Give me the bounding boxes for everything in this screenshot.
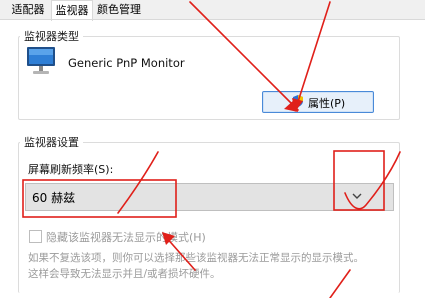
hide-modes-checkbox[interactable] (29, 230, 42, 243)
refresh-rate-value: 60 赫兹 (32, 191, 76, 205)
properties-button-label: 属性(P) (308, 97, 346, 110)
monitor-name: Generic PnP Monitor (68, 56, 185, 70)
tab-color-management[interactable]: 颜色管理 (94, 1, 144, 19)
refresh-rate-select[interactable] (25, 183, 394, 211)
hint-text-1: 如果不复选该项，则你可以选择那些该监视器无法正常显示的显示模式。 (28, 252, 364, 264)
monitor-type-title: 监视器类型 (20, 28, 83, 44)
shield-icon (293, 95, 303, 107)
tab-divider (0, 19, 425, 20)
chevron-down-icon[interactable] (349, 188, 365, 204)
refresh-rate-label: 屏幕刷新频率(S): (28, 163, 114, 176)
tab-monitor[interactable]: 监视器 (51, 0, 93, 21)
hint-text-2: 这样会导致无法显示并且/或者损坏硬件。 (28, 268, 221, 280)
monitor-settings-title: 监视器设置 (20, 134, 83, 150)
monitor-icon (27, 47, 55, 74)
hide-modes-label: 隐藏该监视器无法显示的模式(H) (46, 231, 206, 244)
tab-adapter[interactable]: 适配器 (6, 1, 50, 19)
